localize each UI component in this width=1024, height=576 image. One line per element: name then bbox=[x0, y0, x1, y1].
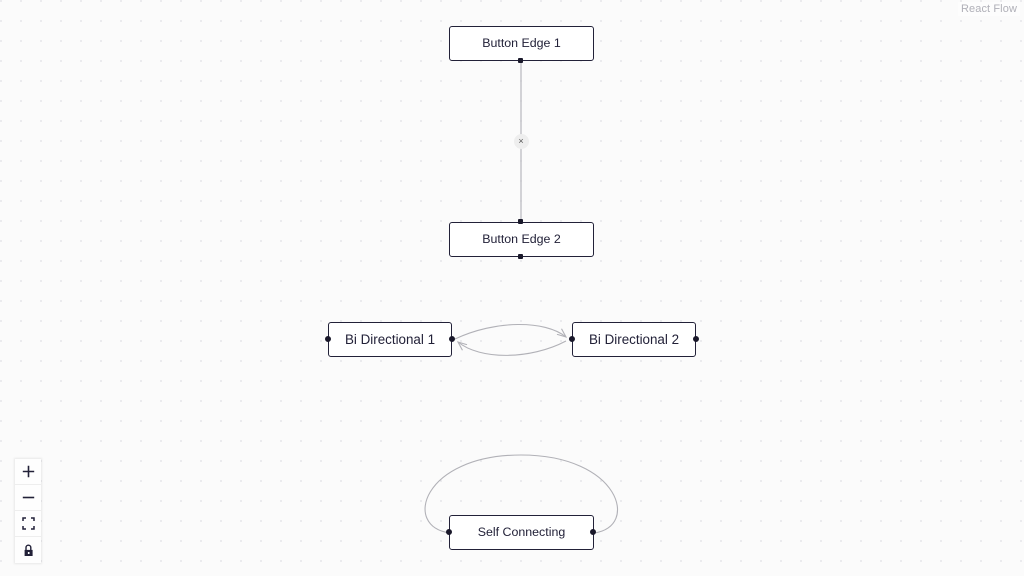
node-label: Bi Directional 1 bbox=[344, 331, 436, 347]
plus-icon bbox=[22, 465, 35, 478]
fit-view-button[interactable] bbox=[15, 511, 41, 537]
handle-left-bi-directional-1[interactable] bbox=[325, 336, 331, 342]
node-self-connecting[interactable]: Self Connecting bbox=[449, 515, 594, 550]
node-label: Button Edge 2 bbox=[482, 232, 561, 247]
handle-right-bi-directional-2[interactable] bbox=[693, 336, 699, 342]
lock-icon bbox=[22, 544, 35, 557]
handle-target-button-edge-2[interactable] bbox=[518, 219, 523, 224]
handle-left-bi-directional-2[interactable] bbox=[569, 336, 575, 342]
edge-delete-button[interactable]: × bbox=[513, 133, 529, 149]
handle-source-button-edge-2[interactable] bbox=[518, 254, 523, 259]
node-label: Self Connecting bbox=[477, 525, 566, 540]
node-button-edge-1[interactable]: Button Edge 1 bbox=[449, 26, 594, 61]
node-bi-directional-2[interactable]: Bi Directional 2 bbox=[572, 322, 696, 357]
node-label: Bi Directional 2 bbox=[588, 331, 680, 347]
handle-source-button-edge-1[interactable] bbox=[518, 58, 523, 63]
node-button-edge-2[interactable]: Button Edge 2 bbox=[449, 222, 594, 257]
zoom-out-button[interactable] bbox=[15, 485, 41, 511]
edge-button-wrapper[interactable]: × bbox=[511, 131, 531, 151]
node-bi-directional-1[interactable]: Bi Directional 1 bbox=[328, 322, 452, 357]
fit-view-icon bbox=[21, 517, 35, 530]
handle-left-self-connecting[interactable] bbox=[446, 529, 452, 535]
handle-right-bi-directional-1[interactable] bbox=[449, 336, 455, 342]
controls-panel[interactable] bbox=[15, 459, 41, 563]
handle-right-self-connecting[interactable] bbox=[590, 529, 596, 535]
react-flow-canvas[interactable]: × Button Edge 1 Button Edge 2 Bi Directi… bbox=[0, 0, 1024, 576]
react-flow-attribution[interactable]: React Flow bbox=[957, 2, 1020, 16]
zoom-in-button[interactable] bbox=[15, 459, 41, 485]
node-label: Button Edge 1 bbox=[482, 36, 561, 51]
lock-button[interactable] bbox=[15, 537, 41, 563]
node-layer: Button Edge 1 Button Edge 2 Bi Direction… bbox=[0, 0, 1024, 576]
minus-icon bbox=[22, 491, 35, 504]
